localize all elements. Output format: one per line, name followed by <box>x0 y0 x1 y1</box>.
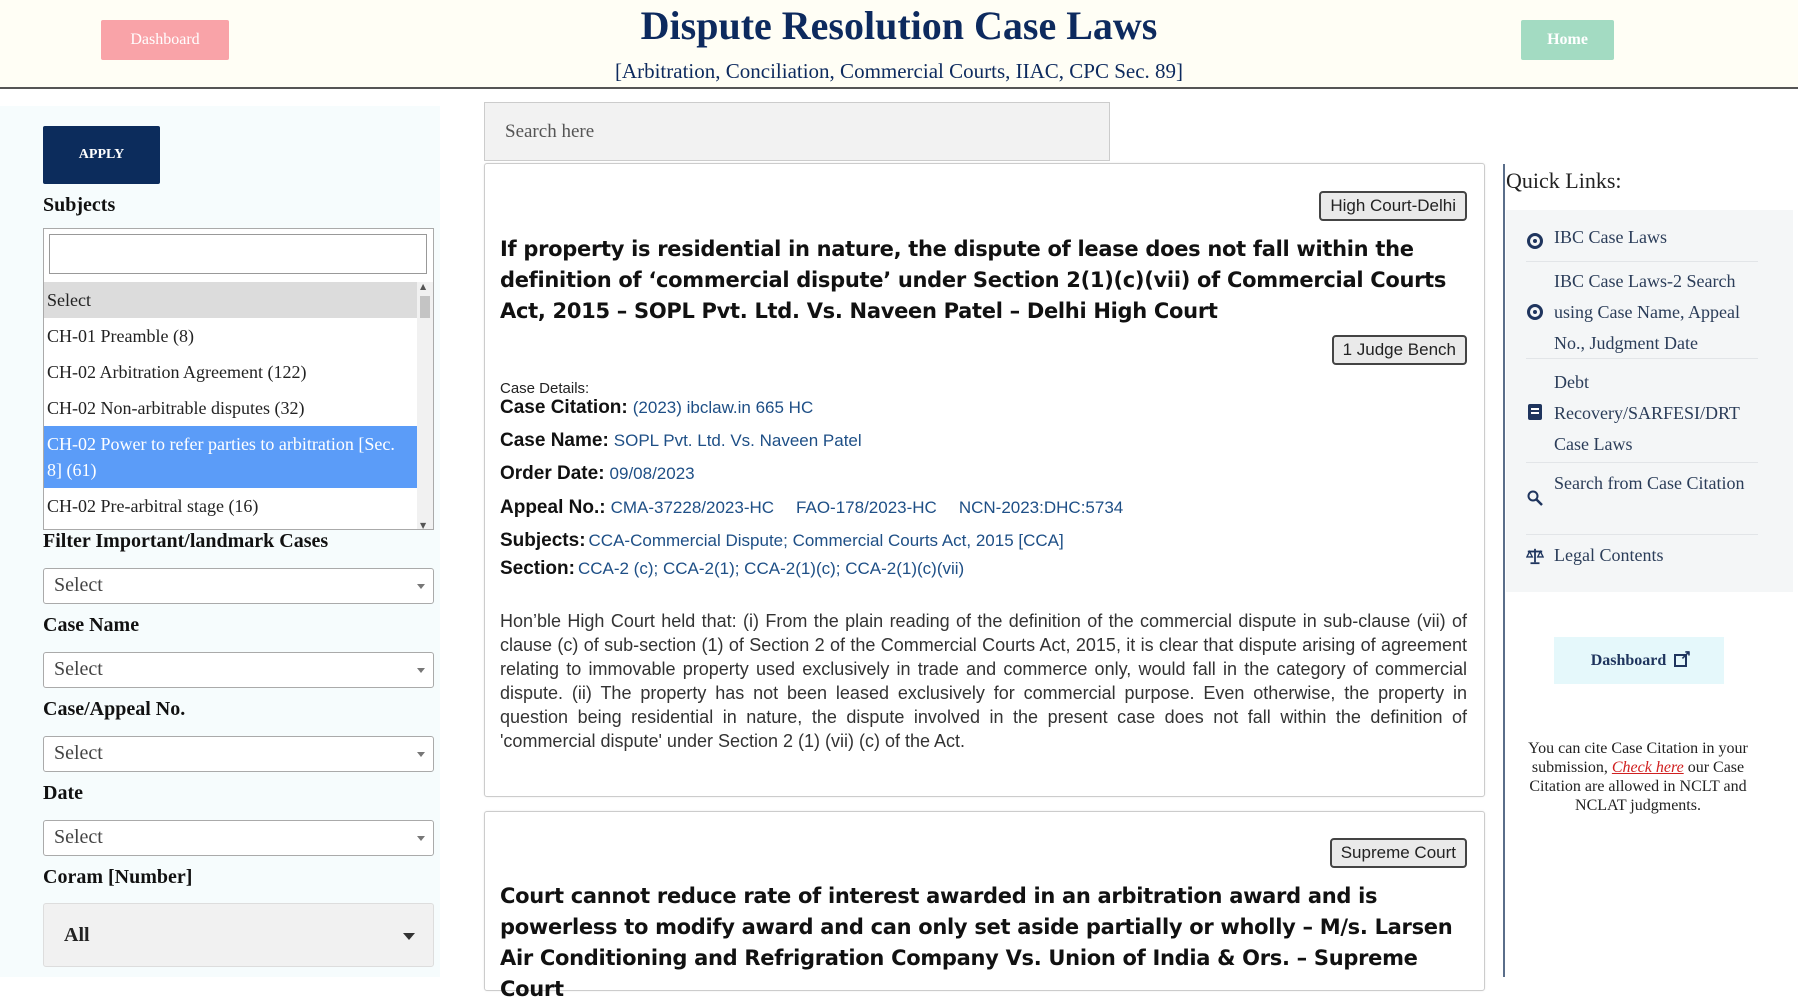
appeal-no-value: FAO-178/2023-HC <box>796 498 937 517</box>
case-appeal-no-label: Case/Appeal No. <box>43 698 186 720</box>
case-citation-label: Case Citation: <box>500 397 628 418</box>
case-name-value: Select <box>54 658 103 680</box>
chevron-down-icon <box>403 933 415 940</box>
filter-sidebar: APPLY Subjects Select CH-01 Preamble (8)… <box>0 106 440 977</box>
subjects-search-input[interactable] <box>49 234 427 274</box>
scrollbar-thumb[interactable] <box>420 296 430 318</box>
subjects-option[interactable]: CH-02 Arbitration Agreement (122) <box>44 354 417 390</box>
target-icon <box>1526 232 1544 250</box>
subjects-row-label: Subjects: <box>500 530 586 551</box>
appeal-no-label: Appeal No.: <box>500 497 606 518</box>
section-links[interactable]: CCA-2 (c); CCA-2(1); CCA-2(1)(c); CCA-2(… <box>578 559 964 578</box>
quick-link-label: Debt Recovery/SARFESI/DRT Case Laws <box>1554 372 1740 454</box>
case-name-label: Case Name <box>43 614 140 636</box>
chevron-down-icon <box>417 752 425 757</box>
case-card: High Court-Delhi If property is resident… <box>484 163 1485 797</box>
important-cases-label: Filter Important/landmark Cases <box>43 530 329 552</box>
case-title-link[interactable]: Court cannot reduce rate of interest awa… <box>500 881 1470 1005</box>
page-subtitle: [Arbitration, Conciliation, Commercial C… <box>614 59 1184 83</box>
site-header: Dashboard Dispute Resolution Case Laws [… <box>0 0 1798 89</box>
case-summary: Hon’ble High Court held that: (i) From t… <box>500 611 1467 751</box>
important-cases-value: Select <box>54 574 103 596</box>
case-citation-row: Case Citation: (2023) ibclaw.in 665 HC <box>500 397 813 419</box>
target-icon <box>1526 303 1544 321</box>
apply-button[interactable]: APPLY <box>43 126 160 184</box>
external-link-icon <box>1674 647 1691 667</box>
bench-badge: 1 Judge Bench <box>1331 335 1467 365</box>
subjects-option-list: Select CH-01 Preamble (8) CH-02 Arbitrat… <box>44 282 417 524</box>
case-name-row-value: SOPL Pvt. Ltd. Vs. Naveen Patel <box>613 431 862 450</box>
section-row-label: Section: <box>500 558 575 579</box>
subjects-option-selected[interactable]: CH-02 Power to refer parties to arbitrat… <box>44 426 417 488</box>
important-cases-select[interactable]: Select <box>43 568 434 604</box>
subjects-links[interactable]: CCA-Commercial Dispute; Commercial Court… <box>589 531 1064 550</box>
subjects-option[interactable]: CH-01 Preamble (8) <box>44 318 417 354</box>
case-title-link[interactable]: If property is residential in nature, th… <box>500 234 1470 327</box>
coram-value: All <box>64 923 90 946</box>
case-name-row-label: Case Name: <box>500 430 609 451</box>
quick-link-label: IBC Case Laws <box>1554 227 1667 247</box>
court-badge: High Court-Delhi <box>1319 191 1467 221</box>
home-button[interactable]: Home <box>1521 20 1614 60</box>
subjects-label: Subjects <box>43 194 116 216</box>
subjects-row: Subjects: CCA-Commercial Dispute; Commerc… <box>500 530 1064 552</box>
appeal-no-value: CMA-37228/2023-HC <box>610 498 775 517</box>
appeal-no-row: Appeal No.: CMA-37228/2023-HC FAO-178/2023… <box>500 497 1123 519</box>
chevron-down-icon <box>417 836 425 841</box>
check-here-link[interactable]: Check here <box>1612 759 1684 776</box>
case-appeal-no-value: Select <box>54 742 103 764</box>
subjects-multiselect[interactable]: Select CH-01 Preamble (8) CH-02 Arbitrat… <box>43 228 434 530</box>
case-appeal-no-select[interactable]: Select <box>43 736 434 772</box>
subjects-option[interactable]: CH-02 Pre-arbitral stage (16) <box>44 488 417 524</box>
order-date-value: 09/08/2023 <box>609 464 695 483</box>
quick-link-ibc-case-laws[interactable]: IBC Case Laws <box>1526 218 1758 262</box>
column-divider <box>1503 164 1505 977</box>
quick-link-label: Legal Contents <box>1554 545 1664 565</box>
scroll-up-icon[interactable]: ▲ <box>420 282 426 291</box>
section-row: Section: CCA-2 (c); CCA-2(1); CCA-2(1)(c)… <box>500 558 964 580</box>
search-input[interactable] <box>484 102 1110 161</box>
order-date-row: Order Date: 09/08/2023 <box>500 463 695 485</box>
date-label: Date <box>43 782 83 804</box>
case-name-row: Case Name: SOPL Pvt. Ltd. Vs. Naveen Pate… <box>500 430 862 452</box>
quick-link-debt-recovery[interactable]: Debt Recovery/SARFESI/DRT Case Laws <box>1526 359 1758 463</box>
subjects-scrollbar[interactable]: ▲ ▼ <box>417 282 433 529</box>
quick-link-label: IBC Case Laws-2 Search using Case Name, … <box>1554 271 1740 353</box>
date-select[interactable]: Select <box>43 820 434 856</box>
case-name-select[interactable]: Select <box>43 652 434 688</box>
right-dashboard-button[interactable]: Dashboard <box>1554 637 1724 684</box>
appeal-no-value: NCN-2023:DHC:5734 <box>958 498 1124 517</box>
quick-links-title: Quick Links: <box>1506 168 1622 193</box>
scales-icon <box>1526 547 1544 565</box>
case-citation-value: (2023) ibclaw.in 665 HC <box>632 398 814 417</box>
quick-links-panel: IBC Case Laws IBC Case Laws-2 Search usi… <box>1506 210 1793 592</box>
case-details-label: Case Details: <box>500 380 590 397</box>
order-date-label: Order Date: <box>500 463 605 484</box>
court-badge: Supreme Court <box>1329 838 1467 868</box>
case-card: Supreme Court Court cannot reduce rate o… <box>484 811 1485 1001</box>
subjects-option-placeholder[interactable]: Select <box>44 282 417 318</box>
coram-select[interactable]: All <box>43 903 434 967</box>
quick-link-search-citation[interactable]: Search from Case Citation <box>1526 463 1758 535</box>
citation-note: You can cite Case Citation in your submi… <box>1510 739 1766 815</box>
chevron-down-icon <box>417 668 425 673</box>
coram-label: Coram [Number] <box>43 866 193 888</box>
quick-link-label: Search from Case Citation <box>1554 473 1745 493</box>
quick-link-ibc-case-laws-2[interactable]: IBC Case Laws-2 Search using Case Name, … <box>1526 262 1758 359</box>
chevron-down-icon <box>417 584 425 589</box>
quick-link-legal-contents[interactable]: Legal Contents <box>1526 535 1758 579</box>
subjects-option[interactable]: CH-02 Non-arbitrable disputes (32) <box>44 390 417 426</box>
scroll-down-icon[interactable]: ▼ <box>420 521 426 529</box>
book-icon <box>1526 403 1544 421</box>
magnifier-icon <box>1526 489 1544 507</box>
right-dashboard-label: Dashboard <box>1590 651 1667 669</box>
date-value: Select <box>54 826 103 848</box>
